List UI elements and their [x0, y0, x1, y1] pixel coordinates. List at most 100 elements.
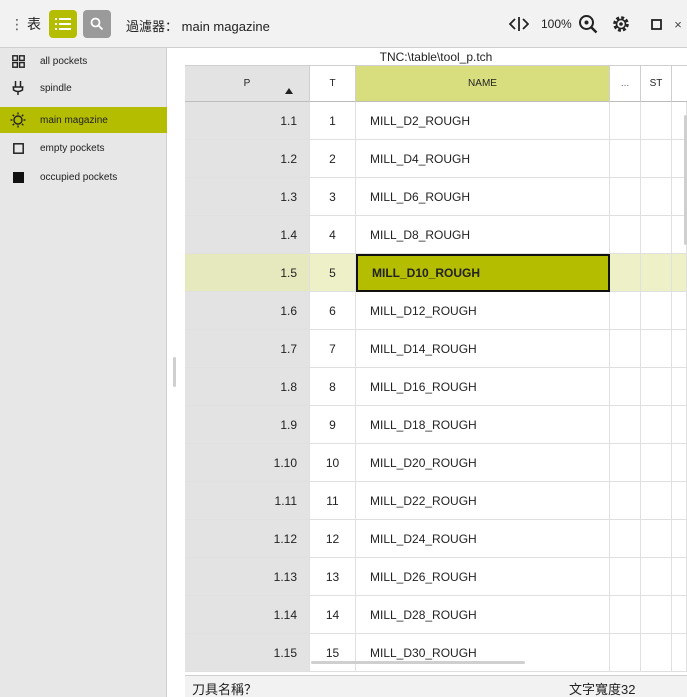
- cell-tool-number[interactable]: 2: [310, 140, 356, 178]
- table-row[interactable]: 1.1 1 MILL_D2_ROUGH: [185, 102, 687, 140]
- cell-tool-number[interactable]: 3: [310, 178, 356, 216]
- cell-pocket[interactable]: 1.3: [185, 178, 310, 216]
- cell-tool-name[interactable]: MILL_D28_ROUGH: [356, 596, 610, 634]
- cell-tool-name[interactable]: MILL_D20_ROUGH: [356, 444, 610, 482]
- cell-tool-number[interactable]: 9: [310, 406, 356, 444]
- horizontal-scrollbar[interactable]: [311, 661, 525, 664]
- cell-tool-name[interactable]: MILL_D8_ROUGH: [356, 216, 610, 254]
- sidebar-item-all-pockets[interactable]: all pockets: [0, 48, 167, 74]
- table-row[interactable]: 1.3 3 MILL_D6_ROUGH: [185, 178, 687, 216]
- cell-next[interactable]: [672, 444, 687, 482]
- table-row[interactable]: 1.11 11 MILL_D22_ROUGH: [185, 482, 687, 520]
- close-button[interactable]: ×: [671, 13, 685, 35]
- cell-more[interactable]: [610, 102, 641, 140]
- cell-st[interactable]: [641, 216, 672, 254]
- cell-tool-number[interactable]: 15: [310, 634, 356, 672]
- cell-st[interactable]: [641, 254, 672, 292]
- cell-st[interactable]: [641, 330, 672, 368]
- list-view-button[interactable]: [49, 10, 77, 38]
- cell-tool-name[interactable]: MILL_D4_ROUGH: [356, 140, 610, 178]
- cell-more[interactable]: [610, 368, 641, 406]
- table-row[interactable]: 1.8 8 MILL_D16_ROUGH: [185, 368, 687, 406]
- cell-more[interactable]: [610, 634, 641, 672]
- cell-next[interactable]: [672, 520, 687, 558]
- cell-more[interactable]: [610, 482, 641, 520]
- cell-tool-name[interactable]: MILL_D26_ROUGH: [356, 558, 610, 596]
- cell-st[interactable]: [641, 482, 672, 520]
- cell-st[interactable]: [641, 444, 672, 482]
- sidebar-item-occupied-pockets[interactable]: occupied pockets: [0, 164, 167, 190]
- column-header-more[interactable]: ...: [610, 66, 641, 102]
- cell-st[interactable]: [641, 102, 672, 140]
- cell-st[interactable]: [641, 596, 672, 634]
- cell-tool-name[interactable]: MILL_D14_ROUGH: [356, 330, 610, 368]
- table-row[interactable]: 1.12 12 MILL_D24_ROUGH: [185, 520, 687, 558]
- cell-pocket[interactable]: 1.6: [185, 292, 310, 330]
- cell-pocket[interactable]: 1.10: [185, 444, 310, 482]
- cell-pocket[interactable]: 1.7: [185, 330, 310, 368]
- cell-tool-number[interactable]: 4: [310, 216, 356, 254]
- cell-more[interactable]: [610, 254, 641, 292]
- sidebar-item-main-magazine[interactable]: main magazine: [0, 107, 167, 133]
- cell-tool-name[interactable]: MILL_D30_ROUGH: [356, 634, 610, 672]
- cell-next[interactable]: [672, 558, 687, 596]
- cell-st[interactable]: [641, 520, 672, 558]
- cell-tool-number[interactable]: 6: [310, 292, 356, 330]
- cell-tool-name[interactable]: MILL_D24_ROUGH: [356, 520, 610, 558]
- sidebar-item-spindle[interactable]: spindle: [0, 75, 167, 101]
- cell-st[interactable]: [641, 406, 672, 444]
- column-header-st[interactable]: ST: [641, 66, 672, 102]
- cell-tool-name[interactable]: MILL_D16_ROUGH: [356, 368, 610, 406]
- code-view-button[interactable]: [507, 13, 531, 35]
- column-header-p[interactable]: P: [185, 66, 310, 102]
- column-header-next[interactable]: [672, 66, 687, 102]
- sidebar-item-empty-pockets[interactable]: empty pockets: [0, 135, 167, 161]
- menu-dots-icon[interactable]: ⋮: [10, 16, 24, 32]
- cell-more[interactable]: [610, 216, 641, 254]
- cell-pocket[interactable]: 1.1: [185, 102, 310, 140]
- cell-next[interactable]: [672, 596, 687, 634]
- settings-button[interactable]: [609, 13, 633, 35]
- cell-pocket[interactable]: 1.12: [185, 520, 310, 558]
- cell-tool-name[interactable]: MILL_D2_ROUGH: [356, 102, 610, 140]
- table-row[interactable]: 1.5 5 MILL_D10_ROUGH: [185, 254, 687, 292]
- cell-tool-number[interactable]: 5: [310, 254, 356, 292]
- cell-tool-name[interactable]: MILL_D22_ROUGH: [356, 482, 610, 520]
- table-row[interactable]: 1.7 7 MILL_D14_ROUGH: [185, 330, 687, 368]
- cell-st[interactable]: [641, 140, 672, 178]
- maximize-button[interactable]: [649, 13, 663, 35]
- cell-pocket[interactable]: 1.14: [185, 596, 310, 634]
- column-header-t[interactable]: T: [310, 66, 356, 102]
- cell-more[interactable]: [610, 444, 641, 482]
- panel-splitter-handle[interactable]: [173, 357, 176, 387]
- cell-pocket[interactable]: 1.13: [185, 558, 310, 596]
- search-button[interactable]: [83, 10, 111, 38]
- cell-more[interactable]: [610, 330, 641, 368]
- table-row[interactable]: 1.10 10 MILL_D20_ROUGH: [185, 444, 687, 482]
- table-row[interactable]: 1.15 15 MILL_D30_ROUGH: [185, 634, 687, 672]
- cell-pocket[interactable]: 1.4: [185, 216, 310, 254]
- cell-st[interactable]: [641, 292, 672, 330]
- cell-next[interactable]: [672, 330, 687, 368]
- cell-next[interactable]: [672, 634, 687, 672]
- cell-tool-number[interactable]: 7: [310, 330, 356, 368]
- zoom-reset-button[interactable]: [576, 13, 600, 35]
- table-row[interactable]: 1.14 14 MILL_D28_ROUGH: [185, 596, 687, 634]
- cell-more[interactable]: [610, 140, 641, 178]
- table-row[interactable]: 1.2 2 MILL_D4_ROUGH: [185, 140, 687, 178]
- cell-tool-name[interactable]: MILL_D18_ROUGH: [356, 406, 610, 444]
- cell-st[interactable]: [641, 558, 672, 596]
- table-row[interactable]: 1.13 13 MILL_D26_ROUGH: [185, 558, 687, 596]
- cell-more[interactable]: [610, 558, 641, 596]
- cell-pocket[interactable]: 1.8: [185, 368, 310, 406]
- cell-more[interactable]: [610, 596, 641, 634]
- cell-more[interactable]: [610, 178, 641, 216]
- cell-pocket[interactable]: 1.5: [185, 254, 310, 292]
- column-header-name[interactable]: NAME: [356, 66, 610, 102]
- cell-more[interactable]: [610, 406, 641, 444]
- cell-more[interactable]: [610, 292, 641, 330]
- cell-pocket[interactable]: 1.2: [185, 140, 310, 178]
- cell-st[interactable]: [641, 178, 672, 216]
- cell-next[interactable]: [672, 406, 687, 444]
- cell-tool-number[interactable]: 8: [310, 368, 356, 406]
